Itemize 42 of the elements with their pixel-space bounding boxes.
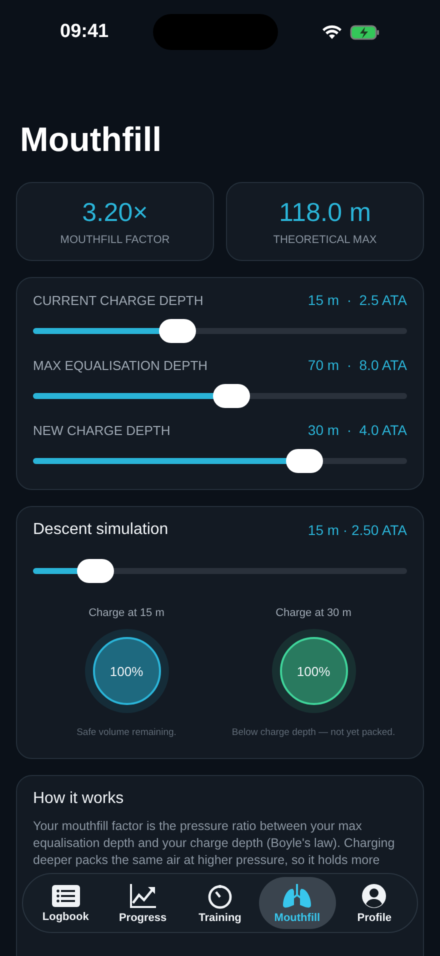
tab-button[interactable]: Progress bbox=[104, 877, 182, 929]
info-text: Your mouthfill factor is the pressure ratio between your max equalisation depth and your charge depth (Boyle's law). Charging deeper packs the same air at higher pressure, so it holds more bbox=[33, 818, 396, 869]
depth-slider[interactable] bbox=[33, 319, 407, 343]
charge-note: Safe volume remaining. bbox=[76, 727, 176, 738]
slider-label: CURRENT CHARGE DEPTH bbox=[33, 292, 204, 308]
slider-thumb[interactable] bbox=[286, 449, 324, 473]
card-title: Descent simulation bbox=[33, 521, 168, 539]
depth-reading: 15 m · 2.5 ATA bbox=[308, 292, 407, 308]
depth-reading: 30 m · 4.0 ATA bbox=[308, 422, 407, 438]
stat-label: MOUTHFILL FACTOR bbox=[60, 234, 170, 246]
card-title: How it works bbox=[33, 790, 124, 807]
slider-label: NEW CHARGE DEPTH bbox=[33, 422, 170, 438]
stat-label: THEORETICAL MAX bbox=[273, 234, 377, 246]
depth-slider[interactable] bbox=[33, 559, 407, 583]
stopwatch-icon bbox=[207, 882, 233, 908]
charge-percent: 100% bbox=[110, 664, 144, 678]
stat-value: 3.20× bbox=[82, 197, 148, 228]
slider-thumb[interactable] bbox=[213, 384, 250, 408]
status-time: 09:41 bbox=[60, 21, 109, 43]
charge-label: Charge at 30 m bbox=[276, 607, 352, 619]
page-title: Mouthfill bbox=[20, 120, 163, 161]
slider-thumb[interactable] bbox=[76, 559, 114, 583]
lungs-icon bbox=[282, 882, 312, 908]
depth-reading: 15 m · 2.50 ATA bbox=[308, 522, 407, 538]
tab-button[interactable]: Training bbox=[181, 877, 259, 929]
charge-label: Charge at 15 m bbox=[88, 607, 164, 619]
tab-button[interactable]: Profile bbox=[336, 877, 414, 929]
depth-slider[interactable] bbox=[33, 449, 407, 473]
stat-value: 118.0 m bbox=[278, 197, 371, 228]
tab-button[interactable]: Logbook bbox=[27, 877, 104, 929]
list-icon bbox=[50, 884, 81, 908]
depth-reading: 70 m · 8.0 ATA bbox=[308, 357, 407, 373]
chart-icon bbox=[128, 882, 157, 908]
depth-slider[interactable] bbox=[33, 384, 407, 408]
profile-icon bbox=[361, 882, 388, 908]
tab-button[interactable]: Mouthfill bbox=[258, 877, 336, 929]
wifi-icon bbox=[322, 24, 342, 40]
slider-thumb[interactable] bbox=[159, 319, 196, 343]
charge-note: Below charge depth — not yet packed. bbox=[232, 727, 396, 738]
battery-charging-icon bbox=[350, 24, 380, 40]
charge-percent: 100% bbox=[296, 664, 330, 678]
slider-label: MAX EQUALISATION DEPTH bbox=[33, 358, 208, 372]
